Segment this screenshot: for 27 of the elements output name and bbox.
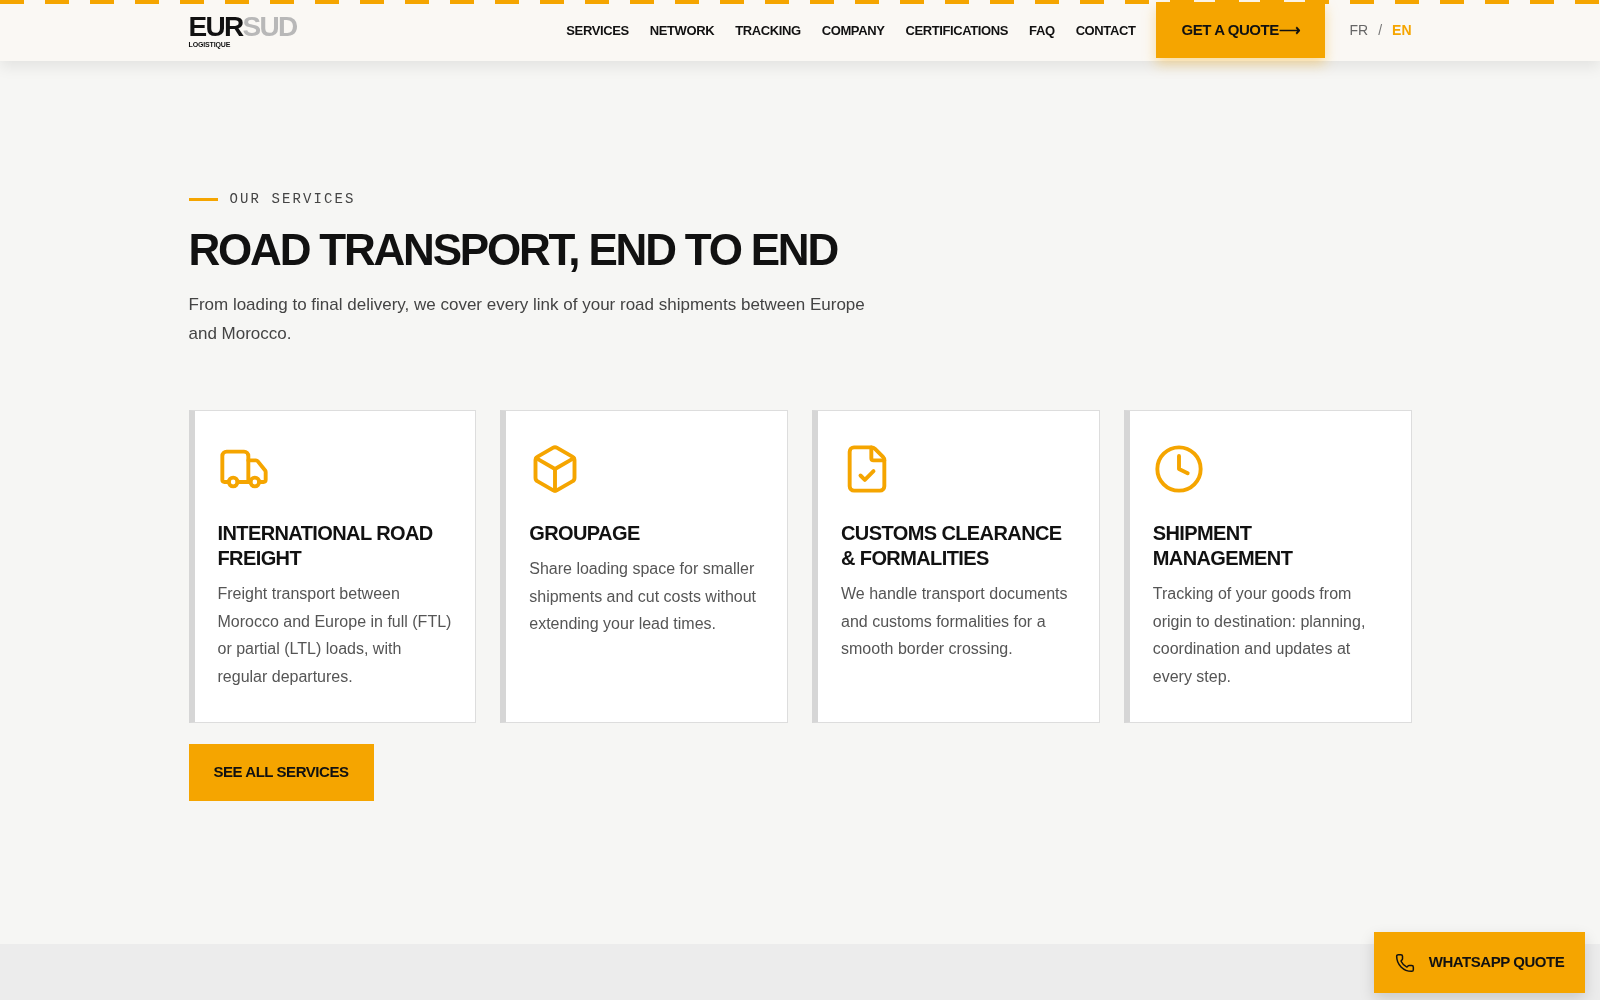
card-text: Tracking of your goods from origin to destination: planning, coordination and updates at every step. bbox=[1152, 584, 1367, 687]
card-title: SHIPMENT MANAGEMENT bbox=[1152, 521, 1294, 571]
get-quote-button[interactable]: GET A QUOTE⟶ bbox=[1156, 2, 1326, 58]
logo-text: EUR bbox=[188, 13, 243, 41]
nav-link[interactable]: SERVICES bbox=[566, 20, 629, 41]
nav-link[interactable]: CONTACT bbox=[1075, 20, 1136, 41]
language-link[interactable]: FR bbox=[1349, 20, 1369, 41]
phone-icon bbox=[1394, 952, 1415, 973]
nav-link[interactable]: FAQ bbox=[1029, 20, 1055, 41]
clock-icon bbox=[1152, 443, 1205, 495]
section-eyebrow: OUR SERVICES bbox=[229, 190, 356, 209]
card-text: Share loading space for smaller shipments and cut costs without extending your lead times. bbox=[529, 559, 758, 634]
nav-link[interactable]: NETWORK bbox=[649, 20, 715, 41]
language-separator: / bbox=[1378, 21, 1383, 40]
nav-link[interactable]: TRACKING bbox=[735, 20, 801, 41]
card-text: We handle transport documents and customs formalities for a smooth border crossing. bbox=[841, 584, 1069, 659]
section-title: ROAD TRANSPORT, END TO END bbox=[188, 228, 839, 272]
card-title: CUSTOMS CLEARANCE & FORMALITIES bbox=[841, 521, 1063, 571]
nav-link[interactable]: CERTIFICATIONS bbox=[905, 20, 1009, 41]
whatsapp-quote-button[interactable]: WHATSAPP QUOTE bbox=[1374, 932, 1585, 993]
logo-text: SUD bbox=[242, 13, 297, 41]
see-all-services-button[interactable]: SEE ALL SERVICES bbox=[188, 744, 374, 801]
card-title: GROUPAGE bbox=[529, 521, 641, 546]
card-text: Freight transport between Morocco and Europe in full (FTL) or partial (LTL) loads, with regular departures. bbox=[217, 584, 453, 687]
card-title: INTERNATIONAL ROAD FREIGHT bbox=[217, 521, 434, 571]
nav-link[interactable]: COMPANY bbox=[821, 20, 885, 41]
section-intro: From loading to final delivery, we cover every link of your road shipments between Europe and Morocco. bbox=[188, 294, 866, 345]
